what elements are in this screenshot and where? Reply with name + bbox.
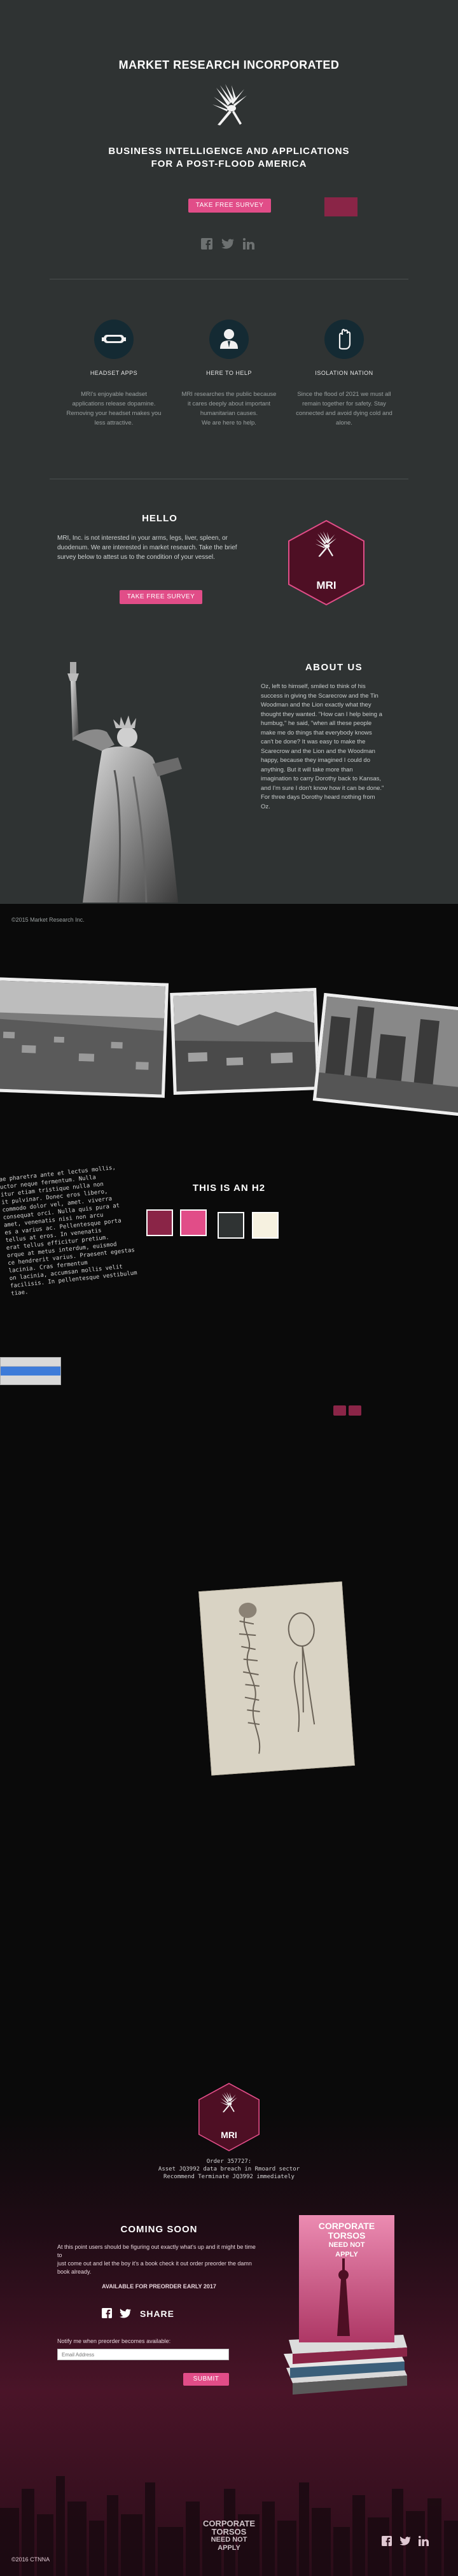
share-label: SHARE	[140, 2309, 175, 2319]
small-maroon-button[interactable]	[349, 1405, 361, 1416]
twitter-icon[interactable]	[120, 2309, 131, 2318]
email-input[interactable]	[57, 2349, 229, 2360]
feature-text: MRI's enjoyable headset applications rele…	[66, 391, 162, 426]
tagline-line-2: FOR A POST-FLOOD AMERICA	[151, 158, 307, 169]
feature-icon-circle	[324, 320, 364, 359]
about-text: Oz, left to himself, smiled to think of …	[261, 683, 384, 810]
color-swatch	[252, 1212, 279, 1239]
linkedin-icon[interactable]	[419, 2536, 429, 2546]
code-block: ae pharetra ante et lectus mollis, uctor …	[0, 1164, 138, 1297]
hello-title: HELLO	[142, 513, 177, 524]
take-survey-button[interactable]: TAKE FREE SURVEY	[188, 199, 271, 213]
share-row: SHARE	[102, 2307, 184, 2321]
submit-button[interactable]: SUBMIT	[183, 2373, 229, 2386]
coming-soon-title: COMING SOON	[120, 2224, 198, 2235]
headset-icon	[102, 335, 126, 343]
mri-badge-overlay: MRI	[196, 2081, 262, 2153]
color-swatch	[180, 1209, 207, 1236]
section-h2: THIS IS AN H2	[192, 1183, 266, 1193]
coming-soon-text: At this point users should be figuring o…	[57, 2244, 256, 2275]
dropdown-list[interactable]	[0, 1357, 61, 1385]
feature-title: HERE TO HELP	[206, 370, 252, 376]
statue-of-liberty-image	[57, 662, 248, 903]
book-title: CORPORATE TORSOS NEED NOT APPLY	[318, 2221, 375, 2259]
hello-text: MRI, Inc. is not interested in your arms…	[57, 535, 237, 561]
anatomical-illustration	[198, 1581, 355, 1776]
city-skyline	[0, 2476, 458, 2576]
color-swatch	[146, 1209, 173, 1236]
feature-text: Since the flood of 2021 we must all remai…	[296, 391, 392, 426]
facebook-icon[interactable]	[201, 238, 212, 250]
footer-logo: CORPORATE TORSOS NEED NOT APPLY	[202, 2519, 256, 2552]
about-title: ABOUT US	[305, 662, 363, 673]
mri-badge: MRI	[285, 518, 368, 607]
dropdown-option[interactable]	[1, 1376, 60, 1384]
footer-copyright: ©2016 CTNNA	[11, 2556, 50, 2563]
small-button-pair	[333, 1405, 361, 1416]
flood-photo	[0, 977, 169, 1098]
person-icon	[220, 329, 238, 349]
flood-photo	[312, 992, 458, 1117]
color-swatch	[218, 1212, 244, 1239]
facebook-icon[interactable]	[102, 2308, 112, 2318]
feature-title: HEADSET APPS	[90, 370, 138, 376]
linkedin-icon[interactable]	[243, 238, 254, 250]
copyright-text-2: ©2015 Market Research Inc.	[11, 917, 85, 923]
twitter-icon[interactable]	[221, 239, 234, 249]
dropdown-option[interactable]	[1, 1358, 60, 1367]
facebook-icon[interactable]	[382, 2536, 392, 2546]
page-title: MARKET RESEARCH INCORPORATED	[118, 59, 340, 71]
badge-text: MRI	[221, 2130, 237, 2140]
notify-label: Notify me when preorder becomes availabl…	[57, 2338, 171, 2344]
twitter-icon[interactable]	[399, 2537, 411, 2545]
book-stack-image: CORPORATE TORSOS NEED NOT APPLY	[280, 2209, 413, 2400]
feature-title: ISOLATION NATION	[315, 370, 373, 376]
social-links	[201, 238, 258, 251]
tagline: BUSINESS INTELLIGENCE AND APPLICATIONS F…	[0, 145, 458, 171]
hello-survey-button[interactable]: TAKE FREE SURVEY	[120, 590, 202, 604]
dropdown-option-selected[interactable]	[1, 1367, 60, 1376]
tagline-line-1: BUSINESS INTELLIGENCE AND APPLICATIONS	[108, 146, 350, 157]
crane-logo-icon	[205, 81, 253, 130]
hand-icon	[338, 328, 351, 350]
small-maroon-button[interactable]	[333, 1405, 346, 1416]
flood-photo	[170, 988, 320, 1095]
preorder-text: AVAILABLE FOR PREORDER EARLY 2017	[102, 2283, 216, 2290]
footer-social-links	[382, 2536, 445, 2549]
feature-icon-circle	[209, 320, 249, 359]
badge-text: MRI	[316, 579, 337, 591]
maroon-block-button[interactable]	[324, 197, 357, 216]
feature-text: MRI researches the public because it care…	[181, 391, 277, 426]
order-text-overlay: Order 357727: Asset JQ3992 data breach i…	[158, 2158, 300, 2180]
feature-icon-circle	[94, 320, 134, 359]
